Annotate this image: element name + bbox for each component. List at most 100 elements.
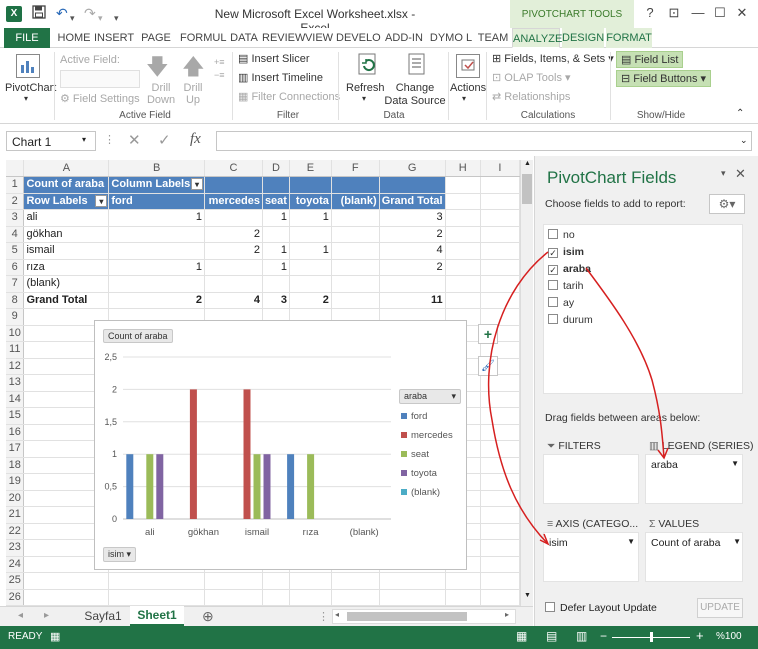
cell[interactable]: 2 [379,259,446,276]
cell[interactable] [445,589,481,606]
scroll-up-icon[interactable]: ▲ [522,160,533,172]
cell[interactable] [204,589,263,606]
change-data-source-button[interactable]: Change Data Source [384,82,446,108]
row-header[interactable]: 6 [6,259,25,276]
page-layout-view-icon[interactable]: ▤ [546,629,557,643]
field-buttons-button[interactable]: ⊟ Field Buttons ▾ [616,70,712,87]
cell[interactable] [204,259,263,276]
relationships-button[interactable]: ⇄ Relationships [492,90,570,103]
cell[interactable]: Grand Total [23,291,110,309]
cell[interactable] [445,275,481,293]
actions-dropdown-icon[interactable]: ▾ [462,94,466,103]
cell[interactable] [262,275,290,293]
cell[interactable]: (blank) [331,193,380,210]
cell[interactable] [331,572,380,590]
values-area[interactable]: Count of araba ▼ [645,532,743,582]
expand-collapse-icons[interactable]: +≡ −≡ [214,56,225,82]
cell[interactable] [289,572,332,590]
cell[interactable] [108,572,205,590]
axis-area[interactable]: isim ▼ [543,532,639,582]
row-header[interactable]: 3 [6,209,25,227]
legend-field-button[interactable]: araba ▾ [399,389,461,404]
zoom-in-icon[interactable]: + [696,628,704,643]
cell[interactable] [480,275,520,293]
expand-formula-bar-icon[interactable]: ⌄ [740,135,748,146]
formula-input[interactable] [216,131,752,151]
row-header[interactable]: 24 [6,556,25,573]
formula-bar-options-icon[interactable]: ⋮ [104,133,115,146]
insert-timeline-button[interactable]: ▥ Insert Timeline [238,71,323,84]
cell[interactable] [445,259,481,276]
cell[interactable]: 1 [289,209,332,227]
cell[interactable] [262,226,290,243]
cell[interactable] [331,226,380,243]
column-header[interactable]: G [379,160,446,177]
cell[interactable] [480,193,520,210]
cell[interactable]: mercedes [204,193,263,210]
row-header[interactable]: 26 [6,589,25,606]
checkbox-icon[interactable] [548,280,558,290]
legend-area[interactable]: araba ▼ [645,454,743,504]
cell[interactable]: 2 [108,291,205,309]
hscroll-right-icon[interactable]: ▸ [505,610,509,619]
cell[interactable] [480,572,520,590]
field-settings-button[interactable]: ⚙ Field Settings [60,92,140,105]
cell[interactable]: 2 [379,226,446,243]
tab-analyze[interactable]: ANALYZE [512,28,562,48]
undo-icon[interactable]: ↶ [56,5,68,21]
tab-format[interactable]: FORMAT [606,28,652,48]
row-header[interactable]: 18 [6,457,25,474]
sheet-scroll-left-icon[interactable]: ◂ [18,610,23,621]
name-box-dropdown-icon[interactable]: ▾ [82,135,86,144]
cell[interactable] [445,242,481,260]
pane-close-icon[interactable]: ✕ [735,166,746,182]
save-icon[interactable] [32,5,46,22]
axis-field-dropdown-icon[interactable]: ▼ [627,537,635,546]
cell[interactable] [480,523,520,540]
column-header[interactable]: I [480,160,520,177]
field-tarih[interactable]: tarih [548,280,583,292]
row-header[interactable]: 1 [6,176,25,194]
pivotchart-dropdown-icon[interactable]: ▾ [24,94,28,103]
field-durum[interactable]: durum [548,314,593,326]
cell[interactable] [480,391,520,408]
cell[interactable]: Count of araba [23,176,110,194]
cell[interactable] [480,457,520,474]
cell[interactable]: 1 [262,209,290,227]
cell[interactable] [445,292,481,309]
cell[interactable] [480,539,520,557]
cell[interactable]: (blank) [23,275,110,293]
maximize-button[interactable]: ☐ [710,5,730,21]
cell[interactable] [108,589,205,606]
close-button[interactable]: ✕ [732,5,752,21]
update-button[interactable]: UPDATE [697,598,743,618]
cell[interactable]: 1 [289,242,332,260]
row-header[interactable]: 5 [6,242,25,260]
tab-team[interactable]: TEAM [476,28,510,48]
row-header[interactable]: 23 [6,539,25,557]
tab-data[interactable]: DATA [228,28,260,48]
row-header[interactable]: 22 [6,523,25,540]
cell[interactable] [23,572,110,590]
checkbox-checked-icon[interactable]: ✓ [548,248,558,258]
olap-tools-button[interactable]: ⊡ OLAP Tools ▾ [492,71,571,84]
cell[interactable] [445,209,481,227]
cell[interactable]: 2 [204,226,263,243]
cell[interactable] [445,193,481,210]
values-field-dropdown-icon[interactable]: ▼ [733,537,741,546]
pane-options-dropdown-icon[interactable]: ▾ [721,168,726,179]
tab-dymo[interactable]: DYMO L [428,28,474,48]
axis-field-button[interactable]: isim ▾ [103,547,137,562]
cell[interactable] [480,506,520,524]
cell[interactable]: 3 [379,209,446,227]
tab-insert[interactable]: INSERT [94,28,134,48]
column-header[interactable]: C [204,160,263,177]
cell[interactable] [331,259,380,276]
cell[interactable] [289,589,332,606]
cell[interactable] [480,424,520,441]
cell[interactable] [331,176,380,194]
cell[interactable]: 3 [262,291,290,309]
cell[interactable]: 2 [204,242,263,260]
cell[interactable] [445,226,481,243]
cell[interactable] [445,176,481,194]
